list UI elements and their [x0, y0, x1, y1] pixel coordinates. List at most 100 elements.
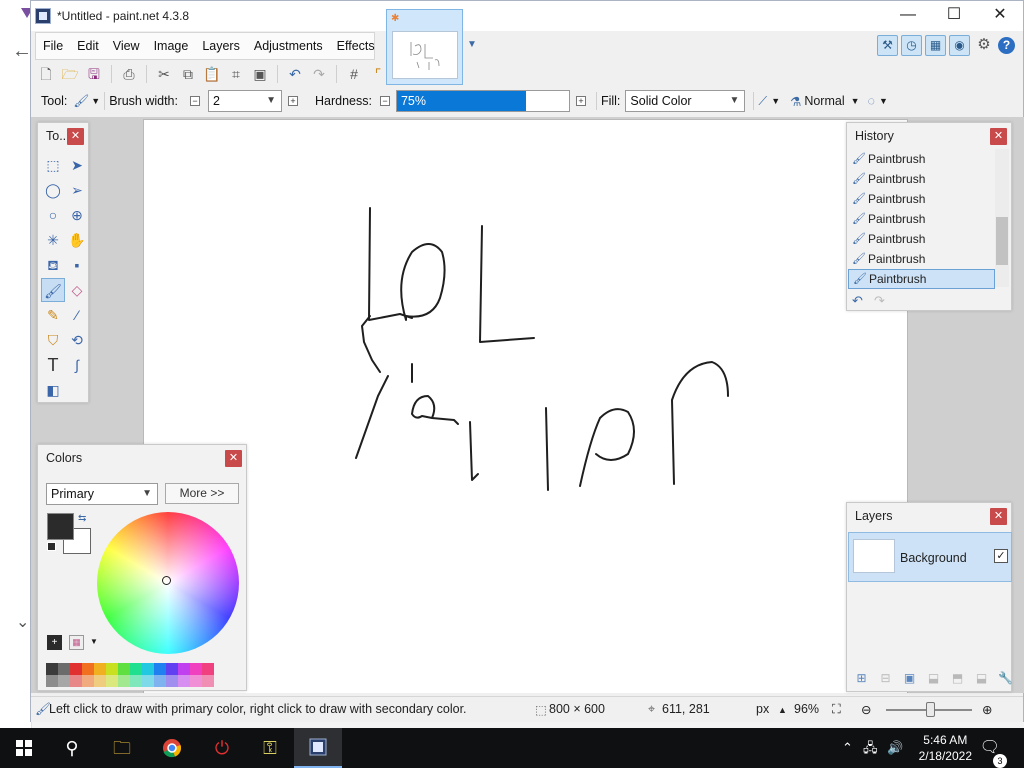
layer-row-background[interactable]: Background ✓ [848, 532, 1012, 582]
palette-swatch[interactable] [178, 675, 190, 687]
color-picker-icon[interactable]: ⁄ [65, 303, 89, 327]
units-dropdown-icon[interactable]: ▲ [778, 705, 787, 715]
palette-swatch[interactable] [190, 675, 202, 687]
fill-mode-select[interactable]: Solid Color ▼ [625, 90, 746, 112]
chevron-down-icon[interactable]: ⌄ [16, 612, 29, 632]
layers-window-toggle-icon[interactable]: ▦ [925, 34, 946, 56]
cut-icon[interactable]: ✂ [153, 63, 175, 85]
chrome-icon[interactable] [148, 728, 196, 768]
palette-swatch[interactable] [130, 675, 142, 687]
selection-clipping-dropdown-icon[interactable]: ▼ [879, 96, 888, 106]
menu-effects[interactable]: Effects [330, 39, 382, 53]
selection-clipping-icon[interactable]: ◌ [868, 94, 875, 108]
rectangle-select-icon[interactable]: ⬚ [41, 153, 65, 177]
utility-app-icon[interactable]: ⚿ [246, 728, 294, 768]
palette-swatch[interactable] [166, 663, 178, 675]
paintbrush-icon[interactable]: 🖌 [41, 278, 65, 302]
reset-colors-icon[interactable] [47, 542, 56, 551]
palette-swatch[interactable] [46, 663, 58, 675]
history-item[interactable]: 🖌 Paintbrush [848, 169, 995, 189]
copy-icon[interactable]: ⧉ [177, 63, 199, 85]
zoom-out-icon[interactable]: ⊖ [861, 702, 871, 717]
menu-layers[interactable]: Layers [195, 39, 247, 53]
volume-icon[interactable]: 🔊 [887, 728, 903, 768]
brush-width-increase-button[interactable]: + [287, 96, 298, 106]
layer-visibility-checkbox[interactable]: ✓ [994, 549, 1008, 563]
paste-icon[interactable]: 📋 [201, 63, 223, 85]
palette-swatch[interactable] [154, 675, 166, 687]
hardness-increase-button[interactable]: + [575, 96, 586, 106]
palette-swatch[interactable] [94, 663, 106, 675]
history-item[interactable]: 🖌 Paintbrush [848, 149, 995, 169]
delete-layer-icon[interactable]: ⊟ [875, 669, 896, 687]
palette-swatch[interactable] [142, 663, 154, 675]
maximize-button[interactable]: ☐ [931, 1, 977, 31]
pan-icon[interactable]: ✋ [65, 228, 89, 252]
grid-icon[interactable]: # [343, 63, 365, 85]
color-mode-select[interactable]: Primary ▼ [46, 483, 158, 505]
line-curve-icon[interactable]: ∫ [65, 353, 89, 377]
menu-view[interactable]: View [106, 39, 147, 53]
palette-swatch[interactable] [202, 675, 214, 687]
close-button[interactable]: ✕ [977, 1, 1023, 31]
duplicate-layer-icon[interactable]: ▣ [899, 669, 920, 687]
tab-list-chevron-icon[interactable]: ▼ [467, 39, 477, 50]
tools-window-toggle-icon[interactable]: ⚒ [877, 34, 898, 56]
move-selection-icon[interactable]: ➤ [65, 153, 89, 177]
swap-colors-icon[interactable]: ⇆ [78, 513, 86, 524]
tools-close-icon[interactable]: ✕ [67, 128, 84, 145]
magic-wand-icon[interactable]: ✳ [41, 228, 65, 252]
palette-menu-dropdown-icon[interactable]: ▼ [90, 637, 98, 646]
palette-swatch[interactable] [70, 663, 82, 675]
hardness-decrease-button[interactable]: − [379, 96, 390, 106]
history-scroll-thumb[interactable] [996, 217, 1008, 265]
zoom-to-window-icon[interactable]: ⛶ [832, 702, 841, 717]
palette-swatch[interactable] [118, 663, 130, 675]
crop-icon[interactable]: ⌗ [225, 63, 247, 85]
palette-swatch[interactable] [166, 675, 178, 687]
rulers-icon[interactable]: ⌜ [367, 63, 389, 85]
history-item[interactable]: 🖌 Paintbrush [848, 189, 995, 209]
pencil-icon[interactable]: ✎ [41, 303, 65, 327]
lasso-icon[interactable]: ◯ [41, 178, 65, 202]
history-item[interactable]: 🖌 Paintbrush [848, 229, 995, 249]
move-layer-up-icon[interactable]: ⬒ [947, 669, 968, 687]
palette-swatch[interactable] [94, 675, 106, 687]
palette-swatch[interactable] [154, 663, 166, 675]
move-selected-icon[interactable]: ➢ [65, 178, 89, 202]
layers-close-icon[interactable]: ✕ [990, 508, 1007, 525]
new-file-icon[interactable]: 🗋 [35, 63, 57, 85]
ellipse-select-icon[interactable]: ○ [41, 203, 65, 227]
blend-mode-icon[interactable]: ⚗ [790, 94, 801, 109]
colors-window-toggle-icon[interactable]: ◉ [949, 34, 970, 56]
blend-mode-value[interactable]: Normal [804, 94, 844, 108]
zoom-level[interactable]: 96% [794, 702, 819, 716]
antialiasing-dropdown-icon[interactable]: ▼ [771, 96, 780, 106]
history-item[interactable]: 🖌 Paintbrush [848, 209, 995, 229]
menu-adjustments[interactable]: Adjustments [247, 39, 330, 53]
units-select[interactable]: px [756, 702, 769, 716]
add-to-palette-icon[interactable]: + [47, 635, 62, 650]
zoom-icon[interactable]: ⊕ [65, 203, 89, 227]
save-icon[interactable]: 🖫 [83, 63, 105, 85]
help-icon[interactable]: ? [998, 36, 1015, 54]
undo-icon[interactable]: ↶ [284, 63, 306, 85]
recolor-icon[interactable]: ⟲ [65, 328, 89, 352]
antialiasing-icon[interactable]: ⟋ [758, 94, 767, 109]
primary-color-swatch[interactable] [47, 513, 74, 540]
zoom-slider-thumb[interactable] [926, 702, 935, 717]
start-button-icon[interactable] [0, 728, 48, 768]
deselect-icon[interactable]: ▣ [249, 63, 271, 85]
palette-swatch[interactable] [106, 663, 118, 675]
open-folder-icon[interactable]: 🗁 [59, 63, 81, 85]
merge-layer-down-icon[interactable]: ⬓ [923, 669, 944, 687]
blend-mode-dropdown-icon[interactable]: ▼ [851, 96, 860, 106]
palette-menu-icon[interactable]: ▦ [69, 635, 84, 650]
paintnet-taskbar-icon[interactable] [294, 728, 342, 768]
palette-swatch[interactable] [142, 675, 154, 687]
tool-dropdown-icon[interactable]: ▼ [91, 96, 100, 106]
paintbrush-tool-icon[interactable]: 🖌 [73, 94, 89, 109]
menu-image[interactable]: Image [147, 39, 196, 53]
paint-bucket-icon[interactable]: ⛾ [41, 253, 65, 277]
palette-swatch[interactable] [190, 663, 202, 675]
